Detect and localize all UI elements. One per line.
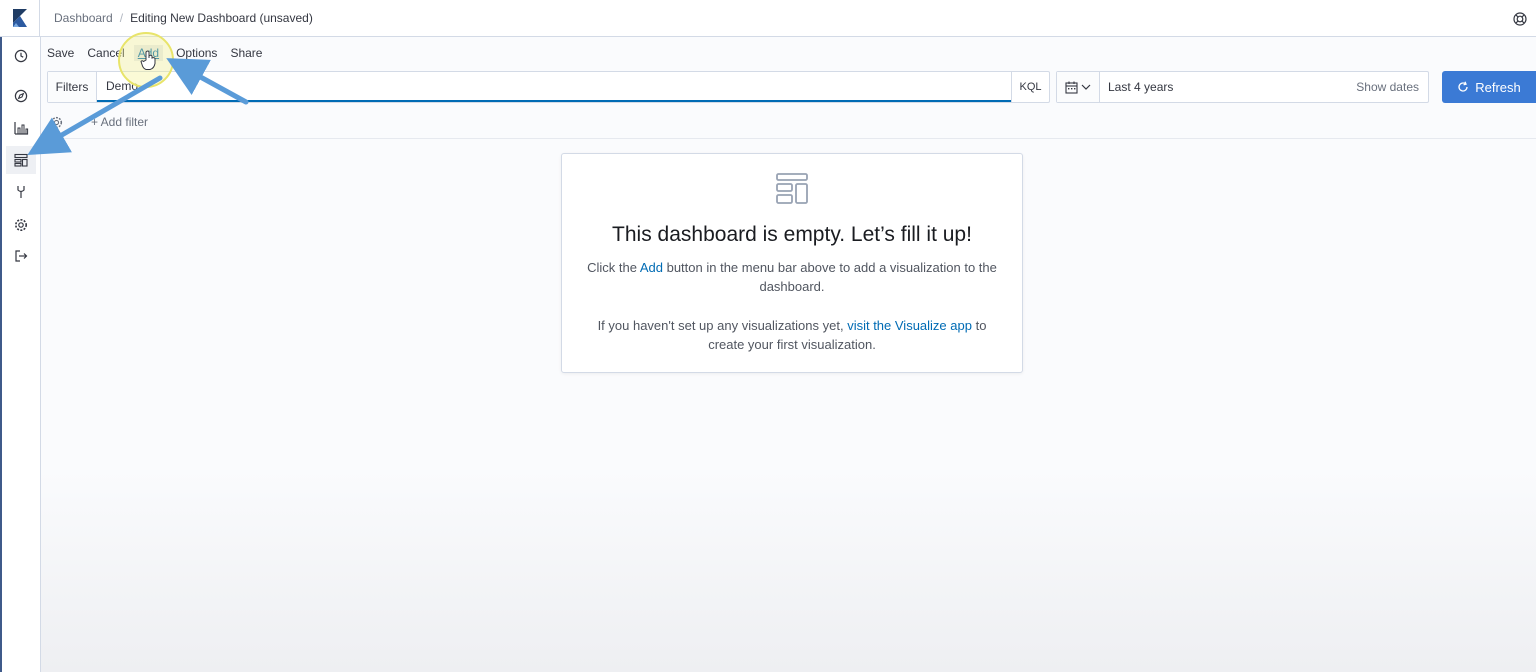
visualize-icon (13, 122, 28, 135)
help-button[interactable] (1504, 0, 1536, 37)
add-button[interactable]: Add (133, 45, 164, 61)
top-header: Dashboard / Editing New Dashboard (unsav… (0, 0, 1536, 37)
empty-instructions-text: button in the menu bar above to add a vi… (662, 260, 997, 294)
empty-title: This dashboard is empty. Let’s fill it u… (612, 223, 972, 246)
add-inline-link[interactable]: Add (640, 260, 663, 275)
gear-icon (15, 219, 27, 231)
filter-settings-button[interactable] (47, 113, 65, 131)
filter-bar: + Add filter (47, 112, 148, 132)
dev-tools-icon (17, 186, 25, 198)
options-button[interactable]: Options (176, 46, 217, 60)
filters-label[interactable]: Filters (48, 72, 97, 102)
nav-discover[interactable] (6, 82, 36, 110)
dashboard-icon (14, 153, 28, 167)
empty-visualize-hint: If you haven't set up any visualizations… (562, 316, 1022, 354)
empty-dashboard-panel: This dashboard is empty. Let’s fill it u… (561, 153, 1023, 373)
top-menu: Save Cancel Add Options Share (47, 44, 275, 62)
refresh-icon (1458, 81, 1468, 92)
save-button[interactable]: Save (47, 46, 74, 60)
breadcrumb-separator: / (119, 11, 124, 25)
refresh-label: Refresh (1475, 79, 1521, 95)
nav-management[interactable] (6, 211, 36, 239)
empty-instructions: Click the Add button in the menu bar abo… (562, 258, 1022, 296)
breadcrumb-dashboard-link[interactable]: Dashboard (54, 11, 113, 25)
dashboard-icon (776, 173, 808, 204)
breadcrumb: Dashboard / Editing New Dashboard (unsav… (40, 11, 313, 25)
quick-select-button[interactable] (1057, 72, 1100, 102)
help-lifebuoy-icon (1513, 11, 1527, 26)
show-dates-link[interactable]: Show dates (1356, 80, 1428, 94)
refresh-button[interactable]: Refresh (1442, 71, 1536, 103)
filter-divider (41, 138, 1536, 139)
nav-dev-tools[interactable] (6, 178, 36, 206)
clock-icon (14, 49, 28, 63)
date-picker: Last 4 years Show dates (1056, 71, 1429, 103)
chevron-down-icon (1081, 84, 1091, 90)
nav-recently-viewed[interactable] (6, 42, 36, 70)
kibana-logo-icon (12, 9, 27, 27)
side-nav (0, 37, 41, 672)
add-filter-button[interactable]: + Add filter (91, 115, 148, 129)
nav-visualize[interactable] (6, 114, 36, 142)
empty-hint-text: If you haven't set up any visualizations… (597, 318, 848, 333)
calendar-icon (1065, 81, 1078, 94)
breadcrumb-current: Editing New Dashboard (unsaved) (130, 11, 313, 25)
search-input[interactable] (97, 72, 1011, 102)
nav-dashboard[interactable] (6, 146, 36, 174)
kibana-logo[interactable] (0, 0, 40, 37)
kql-toggle[interactable]: KQL (1011, 72, 1049, 102)
nav-logout[interactable] (6, 242, 36, 270)
empty-instructions-text: Click the (587, 260, 640, 275)
date-range-text[interactable]: Last 4 years (1100, 80, 1356, 94)
visualize-app-link[interactable]: visit the Visualize app (847, 318, 972, 333)
query-bar: Filters KQL (47, 71, 1050, 103)
gear-icon (50, 116, 62, 128)
cancel-button[interactable]: Cancel (87, 46, 124, 60)
share-button[interactable]: Share (230, 46, 262, 60)
logout-icon (15, 250, 28, 262)
compass-icon (14, 89, 28, 103)
